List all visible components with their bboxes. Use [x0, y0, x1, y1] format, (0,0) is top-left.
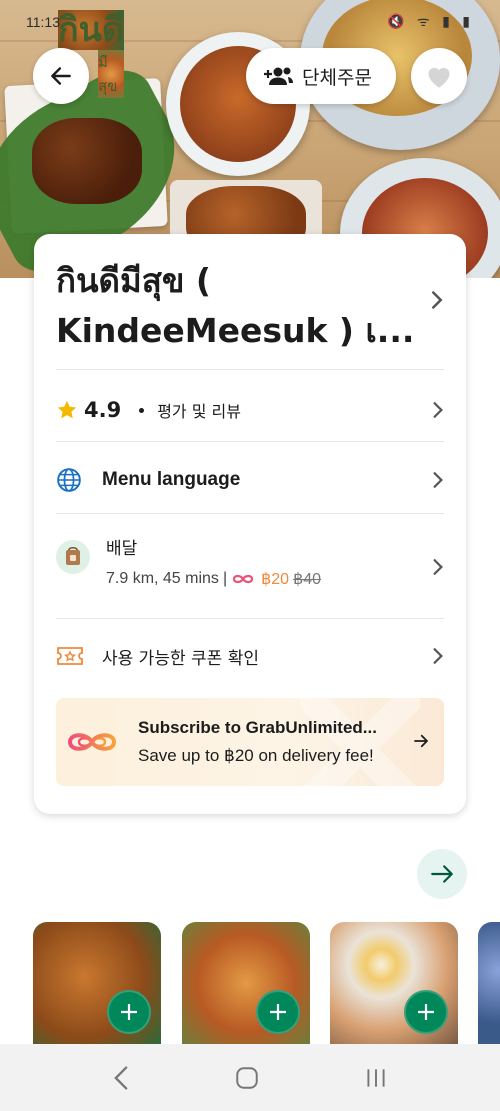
restaurant-title-row[interactable]: กินดีมีสุข ( KindeeMeesuk ) เ...	[56, 256, 444, 356]
rating-row[interactable]: 4.9 평가 및 리뷰	[56, 390, 444, 430]
back-button[interactable]	[33, 48, 89, 104]
nav-back-icon[interactable]	[111, 1065, 131, 1091]
menu-language-label: Menu language	[102, 469, 241, 490]
star-icon	[57, 400, 77, 419]
group-order-button[interactable]: 단체주문	[246, 48, 396, 104]
separator-dot	[139, 407, 145, 413]
delivery-fee-discounted: ฿20	[261, 571, 290, 588]
grab-unlimited-logo-icon	[67, 733, 117, 751]
coupon-icon	[57, 647, 83, 665]
add-to-cart-button[interactable]	[107, 990, 151, 1034]
divider	[56, 513, 444, 514]
plus-icon	[418, 1004, 434, 1020]
add-group-icon	[264, 67, 293, 85]
logo-text-sub: มีสุข	[98, 50, 124, 98]
add-to-cart-button[interactable]	[404, 990, 448, 1034]
globe-icon	[57, 468, 81, 492]
menu-language-row[interactable]: Menu language	[56, 460, 444, 500]
menu-item-card[interactable]	[330, 922, 458, 1044]
plus-icon	[121, 1004, 137, 1020]
delivery-bag-icon	[56, 540, 90, 574]
arrow-right-icon	[414, 734, 428, 748]
menu-item-card[interactable]	[33, 922, 161, 1044]
arrow-right-icon	[431, 865, 453, 883]
status-icons: 🔇 ᯤ ▮ ▮	[387, 14, 474, 30]
divider	[56, 369, 444, 370]
banner-decoration	[300, 698, 420, 786]
grab-unlimited-banner[interactable]: Subscribe to GrabUnlimited... Save up to…	[56, 698, 444, 786]
divider	[56, 618, 444, 619]
delivery-row[interactable]: 배달 7.9 km, 45 mins | ฿20 ฿40	[56, 534, 444, 600]
plus-icon	[270, 1004, 286, 1020]
menu-item-card[interactable]	[182, 922, 310, 1044]
delivery-info: 배달 7.9 km, 45 mins | ฿20 ฿40	[106, 534, 321, 589]
delivery-distance-time: 7.9 km, 45 mins	[106, 570, 219, 587]
fried-chicken	[32, 118, 142, 204]
banner-title: Subscribe to GrabUnlimited...	[138, 718, 377, 737]
heart-icon	[428, 67, 450, 88]
chevron-right-icon	[433, 648, 443, 664]
divider	[56, 441, 444, 442]
delivery-details: 7.9 km, 45 mins | ฿20 ฿40	[106, 569, 321, 589]
delivery-fee-original: ฿40	[293, 571, 322, 588]
status-time: 11:13	[26, 14, 60, 30]
system-navigation-bar	[0, 1044, 500, 1111]
chevron-right-icon	[432, 291, 443, 309]
next-section-button[interactable]	[417, 849, 467, 899]
chevron-right-icon	[433, 402, 443, 418]
group-order-label: 단체주문	[302, 66, 372, 89]
delivery-separator: |	[222, 570, 228, 587]
add-to-cart-button[interactable]	[256, 990, 300, 1034]
restaurant-name: กินดีมีสุข ( KindeeMeesuk ) เ...	[56, 261, 415, 350]
grab-unlimited-icon	[232, 574, 254, 584]
banner-subtitle: Save up to ฿20 on delivery fee!	[138, 746, 374, 765]
chevron-right-icon	[433, 559, 443, 575]
nav-recents-icon[interactable]	[363, 1065, 389, 1091]
rating-value: 4.9	[84, 398, 122, 422]
arrow-left-icon	[51, 67, 71, 85]
menu-item-card[interactable]	[478, 922, 500, 1044]
favorite-button[interactable]	[411, 48, 467, 104]
status-bar: 11:13 🔇 ᯤ ▮ ▮	[0, 0, 500, 40]
restaurant-info-card: กินดีมีสุข ( KindeeMeesuk ) เ... 4.9 평가 …	[34, 234, 466, 814]
chevron-right-icon	[433, 472, 443, 488]
nav-home-icon[interactable]	[234, 1065, 260, 1091]
reviews-label: 평가 및 리뷰	[157, 402, 241, 421]
coupon-label: 사용 가능한 쿠폰 확인	[102, 648, 259, 669]
delivery-title: 배달	[106, 539, 138, 559]
coupon-row[interactable]: 사용 가능한 쿠폰 확인	[56, 636, 444, 676]
